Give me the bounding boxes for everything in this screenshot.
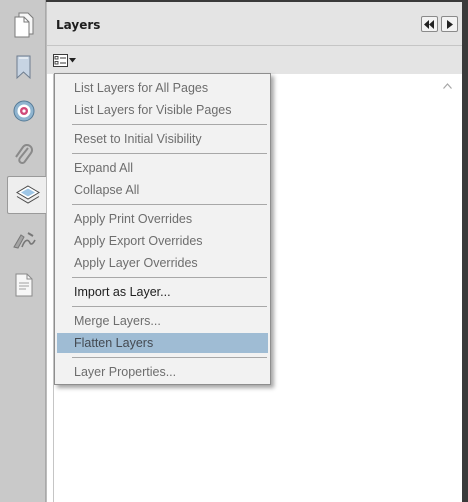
- menu-separator: [72, 124, 267, 125]
- menu-separator: [72, 306, 267, 307]
- signature-icon: [13, 232, 36, 249]
- panel-header: Layers: [47, 2, 462, 46]
- menu-item-layer-properties[interactable]: Layer Properties...: [57, 362, 268, 382]
- pages-button[interactable]: [4, 6, 44, 44]
- menu-item-import-as-layer[interactable]: Import as Layer...: [57, 282, 268, 302]
- signatures-button[interactable]: [4, 222, 44, 260]
- menu-item-apply-layer-overrides[interactable]: Apply Layer Overrides: [57, 253, 268, 273]
- paperclip-icon: [15, 144, 33, 164]
- menu-separator: [72, 357, 267, 358]
- menu-item-apply-export-overrides[interactable]: Apply Export Overrides: [57, 231, 268, 251]
- menu-item-apply-print-overrides[interactable]: Apply Print Overrides: [57, 209, 268, 229]
- menu-item-list-all-pages[interactable]: List Layers for All Pages: [57, 78, 268, 98]
- navigation-rail: [0, 0, 47, 502]
- bookmarks-button[interactable]: [4, 48, 44, 86]
- bookmark-icon: [16, 55, 31, 80]
- menu-item-reset-visibility[interactable]: Reset to Initial Visibility: [57, 129, 268, 149]
- chevron-up-icon: [442, 83, 452, 89]
- menu-separator: [72, 277, 267, 278]
- layers-icon: [15, 185, 40, 204]
- double-chevron-left-icon: [424, 19, 434, 29]
- collapse-panel-button[interactable]: [421, 16, 438, 32]
- pages-icon: [14, 12, 34, 38]
- attachments-button[interactable]: [4, 136, 44, 174]
- content-button[interactable]: [4, 266, 44, 304]
- menu-item-merge-layers[interactable]: Merge Layers...: [57, 311, 268, 331]
- options-menu: List Layers for All Pages List Layers fo…: [54, 73, 271, 385]
- chevron-right-icon: [446, 19, 453, 29]
- target-icon: [13, 100, 35, 122]
- menu-item-expand-all[interactable]: Expand All: [57, 158, 268, 178]
- expand-panel-button[interactable]: [441, 16, 458, 32]
- menu-item-flatten-layers[interactable]: Flatten Layers: [57, 333, 268, 353]
- menu-item-collapse-all[interactable]: Collapse All: [57, 180, 268, 200]
- chevron-down-icon: [69, 57, 76, 62]
- document-icon: [15, 273, 33, 297]
- menu-separator: [72, 204, 267, 205]
- layers-button[interactable]: [7, 176, 47, 214]
- menu-item-list-visible-pages[interactable]: List Layers for Visible Pages: [57, 100, 268, 120]
- panel-title: Layers: [56, 18, 101, 32]
- options-button[interactable]: [53, 52, 76, 68]
- list-options-icon: [53, 53, 68, 67]
- panel-toolbar: [47, 46, 462, 74]
- window-right-edge: [462, 0, 468, 502]
- destinations-button[interactable]: [4, 92, 44, 130]
- menu-separator: [72, 153, 267, 154]
- scroll-up-button[interactable]: [441, 80, 453, 92]
